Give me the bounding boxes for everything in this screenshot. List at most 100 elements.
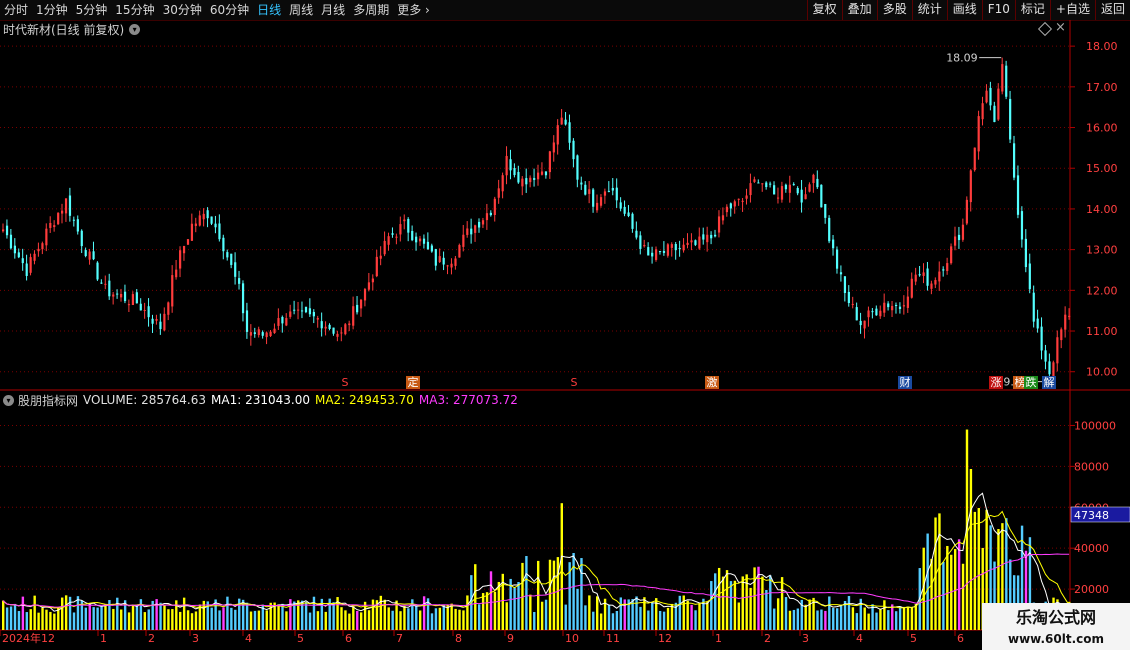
candle-body [352,306,355,326]
candle-body [13,245,17,254]
candle-body [698,236,701,249]
candle-body [477,221,481,228]
volume-bar [230,607,233,630]
candle-body [285,318,288,326]
candle-body [1044,350,1047,362]
volume-bar [926,533,929,630]
candle-body [1028,263,1031,290]
candle-body [788,184,791,193]
candle-body [792,184,795,186]
candle-body [222,237,225,252]
candle-body [340,332,343,334]
volume-bar [714,573,717,630]
volume-bar [17,611,21,630]
candle-body [41,243,44,250]
candle-body [611,187,614,191]
volume-bar [588,595,591,630]
volume-bar [509,578,512,630]
volume-bar [533,612,536,630]
candle-body [859,320,862,326]
stock-chart[interactable]: 10.00 11.00 12.00 13.00 14.00 15.00 16.00 17.00… [0,0,1130,650]
candle-body [265,332,268,338]
candle-body [454,258,457,266]
volume-bar [875,612,878,630]
candle-body [269,331,272,337]
candle-body [399,224,402,235]
candle-body [934,280,937,285]
volume-bar [599,613,603,630]
time-tick-label: 2 [764,632,771,645]
candle-body [139,303,142,311]
candle-body [116,293,119,295]
candle-body [324,326,327,329]
candle-body [776,197,780,199]
candle-body [588,189,591,194]
volume-bar [977,508,980,630]
volume-bar [96,607,99,630]
candle-body [564,119,567,125]
candle-body [316,318,319,320]
time-tick-label: 12 [658,632,672,645]
candle-body [635,230,638,238]
candle-body [25,263,28,276]
volume-bar [544,599,548,630]
time-tick-label: 2 [148,632,155,645]
candle-body [171,275,174,307]
candle-body [131,294,135,306]
candle-body [84,250,87,257]
signal-marker: 榜 [1015,375,1026,389]
candle-body [753,179,756,182]
candle-body [843,276,847,293]
volume-bar [167,609,170,630]
candle-body [529,177,532,183]
volume-bar [769,575,772,630]
price-tick-label: 11.00 [1086,325,1118,338]
candle-body [300,310,304,312]
volume-bar [910,607,914,630]
candle-body [1048,361,1051,375]
candle-body [206,210,209,219]
volume-value: VOLUME: 285764.63 [83,393,207,407]
volume-bar [784,597,788,630]
candle-body [757,182,760,184]
volume-bar [64,595,68,630]
candle-body [293,309,296,311]
candle-body [615,187,618,201]
volume-bar [104,604,107,630]
candle-body [965,199,968,224]
candle-body [761,183,764,185]
candle-body [560,117,563,125]
volume-bar [127,612,131,630]
candle-body [725,206,729,213]
volume-bar [847,596,851,630]
candle-body [867,310,870,318]
candle-body [812,174,815,183]
volume-bar [513,587,516,630]
volume-bar [257,610,261,630]
volume-bar [658,610,662,630]
candle-body [33,253,36,261]
candle-body [969,170,972,203]
candle-body [627,212,630,217]
volume-bar [564,604,567,630]
volume-bar [773,608,776,630]
candle-body [234,262,237,277]
volume-bar [560,503,564,630]
candle-body [226,252,229,258]
volume-bar [686,600,689,630]
volume-bar [234,609,237,630]
volume-bar [871,604,874,630]
candle-body [120,293,123,298]
volume-bar [163,605,166,630]
candle-body [674,244,677,251]
volume-bar [839,605,843,630]
candle-body [871,311,874,313]
candle-body [57,213,60,225]
candle-body [214,223,217,228]
candle-body [572,140,575,160]
candle-body [678,247,681,249]
candle-body [883,302,886,313]
chevron-down-icon[interactable]: ▾ [3,394,14,406]
candle-body [17,252,20,258]
volume-bar [403,605,406,630]
